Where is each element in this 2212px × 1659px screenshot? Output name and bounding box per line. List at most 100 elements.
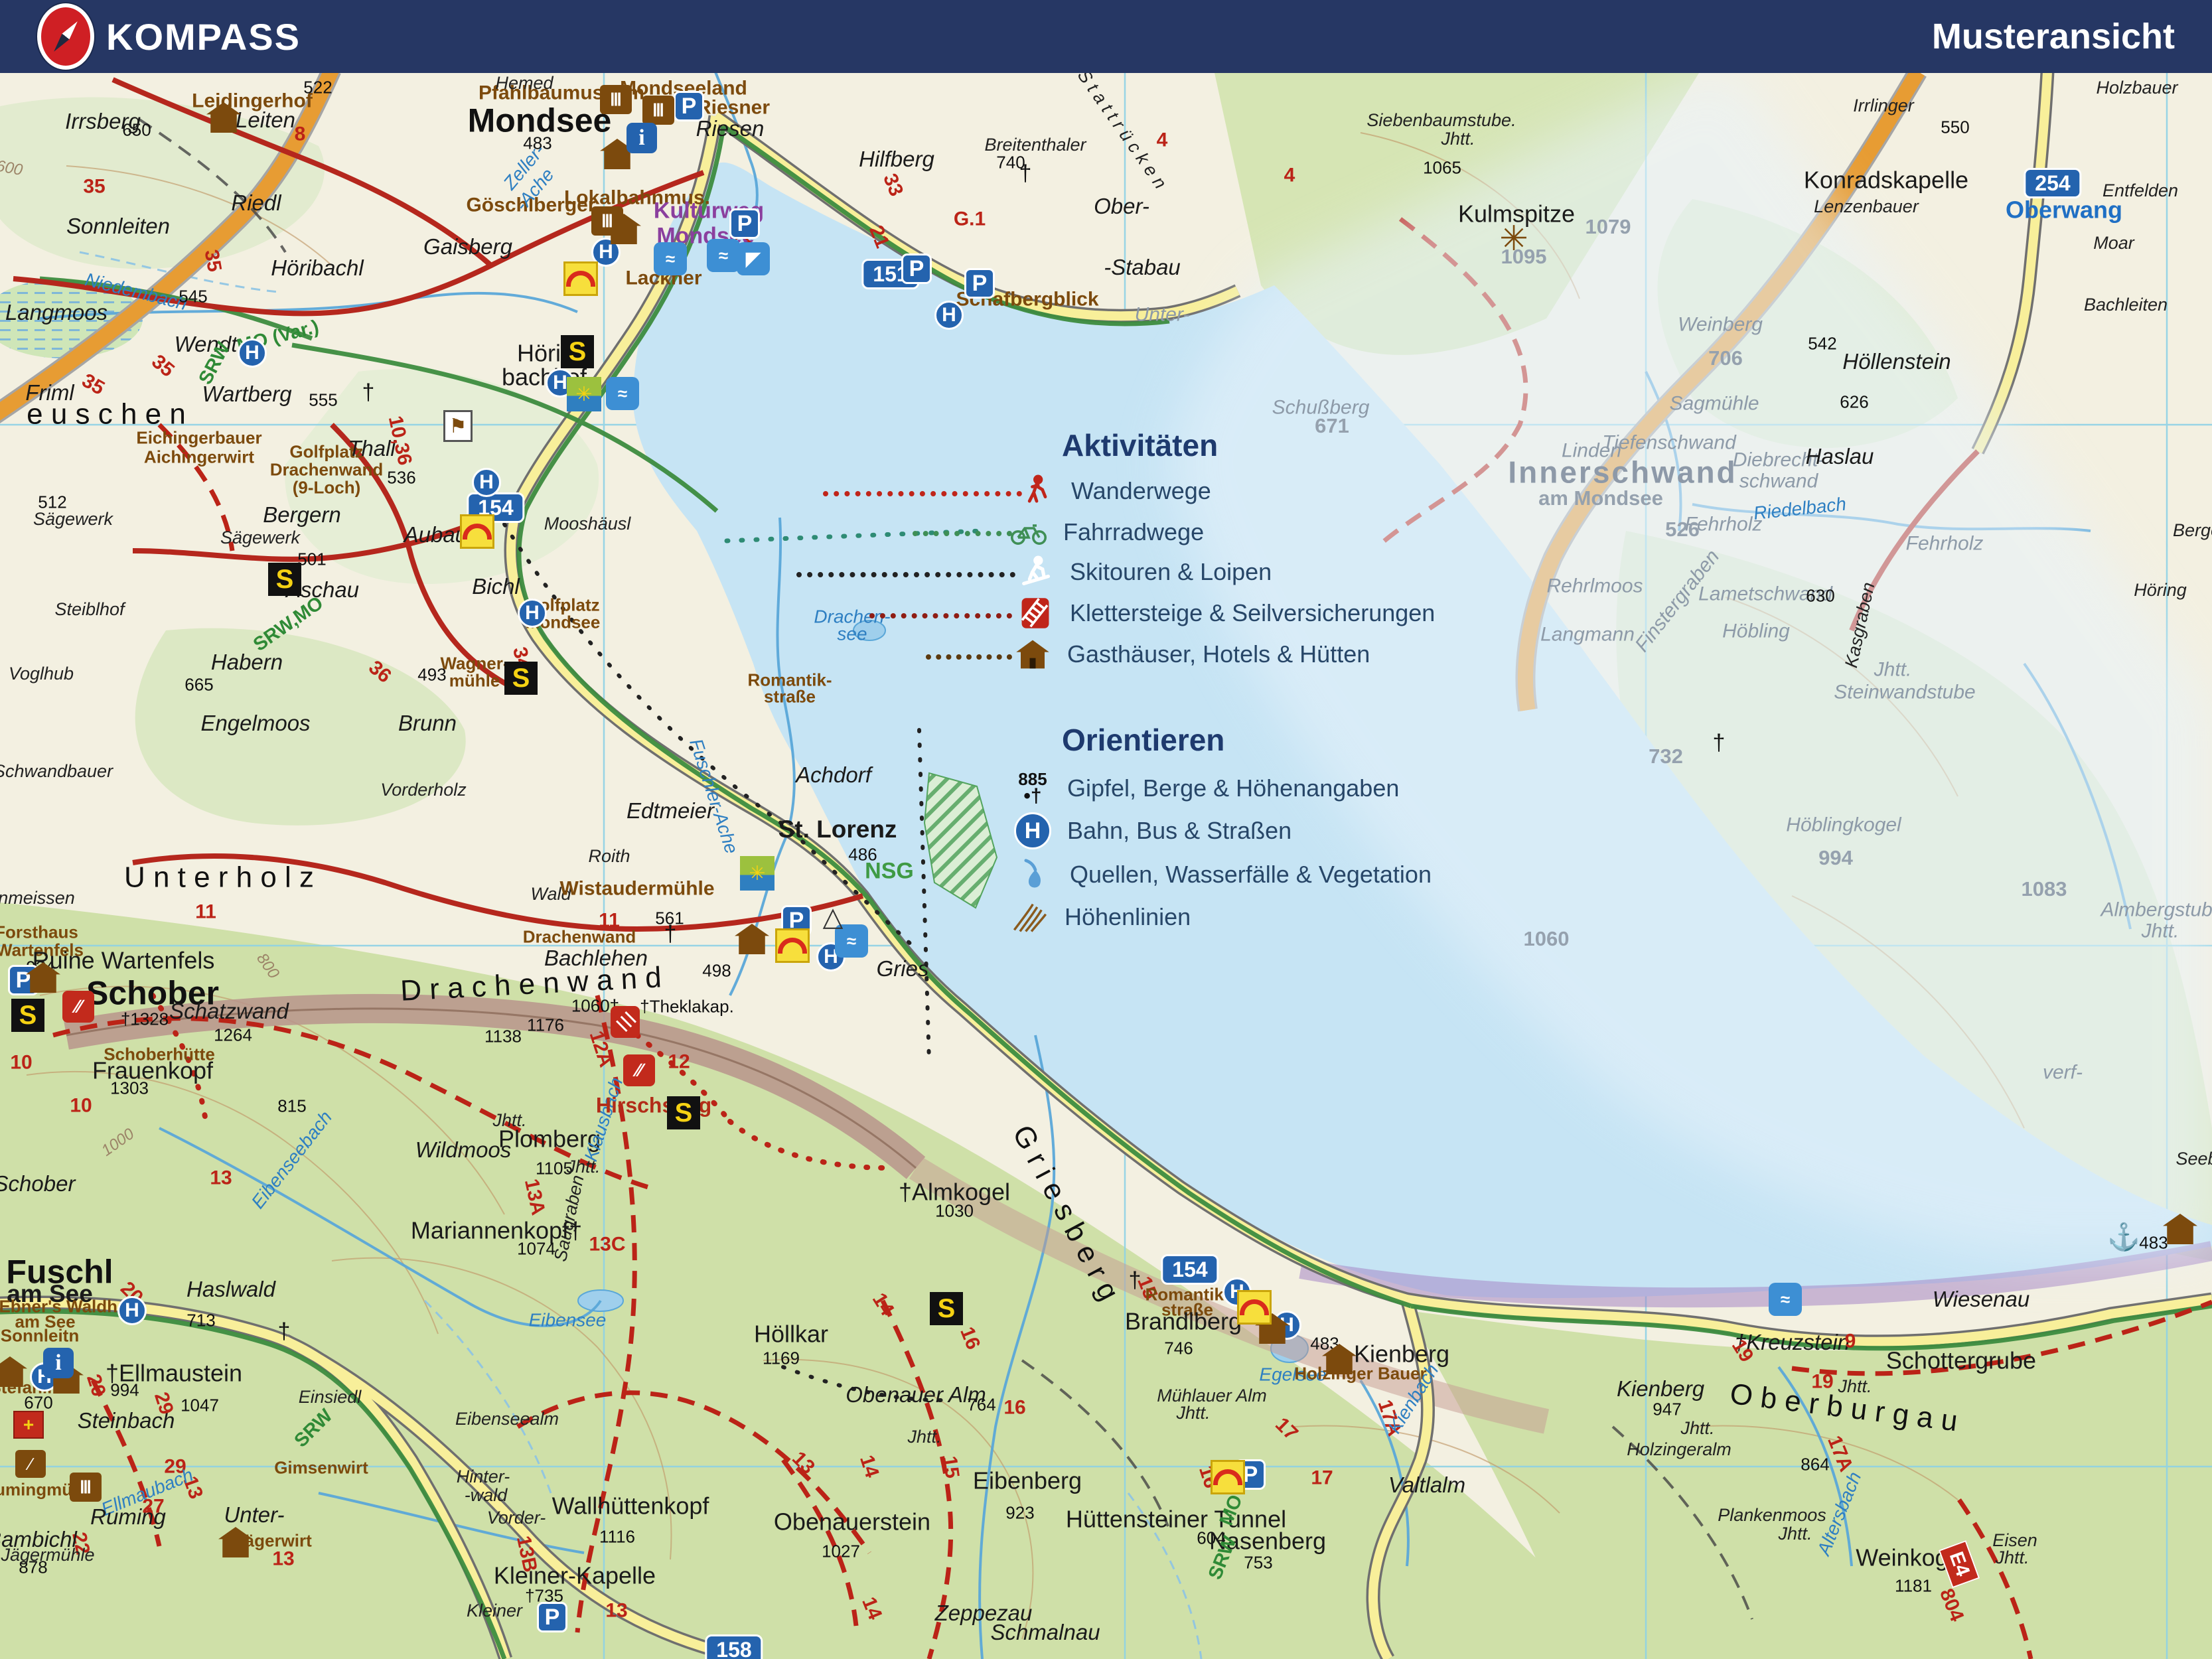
map-label: am Mondsee: [1538, 488, 1663, 509]
map-label: Wistaudermühle: [559, 879, 714, 900]
map-label: Riedl: [231, 192, 281, 214]
ski-route-marker-icon: S: [667, 1096, 700, 1129]
map-label: 17: [1311, 1469, 1333, 1489]
marina-icon: ⚓: [2107, 1222, 2140, 1253]
map-label: 1138: [484, 1028, 522, 1046]
map-label: nmeissen: [0, 889, 75, 908]
map-label: Innerschwand: [1508, 457, 1737, 488]
map-label: e u s c h e n: [27, 400, 186, 430]
ski-route-marker-icon: S: [930, 1292, 963, 1325]
bicycle-icon: [1007, 514, 1050, 551]
road-number-badge: 158: [705, 1634, 763, 1659]
map-label: Jhtt.: [1176, 1404, 1210, 1423]
map-label: Höblingkogel: [1786, 816, 1901, 836]
map-label: Jhtt.: [907, 1428, 941, 1447]
map-label: S t a t t r ü c k e n: [1074, 66, 1169, 192]
map-label: NSG: [865, 860, 914, 883]
map-label: 994: [1818, 847, 1853, 869]
map-label: mühle: [449, 672, 500, 690]
info-icon: i: [627, 123, 657, 153]
map-label: 1027: [822, 1543, 860, 1561]
swimming-icon: ≈: [707, 239, 740, 272]
map-label: 13C: [589, 1235, 625, 1256]
map-label: 10: [10, 1053, 32, 1074]
swimming-icon: ≈: [1769, 1283, 1802, 1316]
map-label: 713: [186, 1312, 215, 1330]
climbing-icon: ∕∕: [62, 991, 94, 1023]
map-label: Jägermühle: [1, 1546, 94, 1565]
map-label: Tiefenschwand: [1602, 433, 1736, 454]
map-label: 1176: [527, 1017, 564, 1035]
map-label: 815: [277, 1098, 306, 1116]
map-label: 35: [147, 352, 177, 382]
map-label: see: [837, 625, 867, 644]
legend-item-wanderwege: Wanderwege: [1015, 472, 1211, 510]
church-cross-icon: †: [362, 380, 375, 406]
map-label: 13: [210, 1169, 232, 1189]
map-label: Irrsberg: [65, 110, 141, 133]
contour-lines-icon: [1009, 899, 1051, 936]
map-label: 600: [0, 158, 24, 179]
map-label: Ober-: [1094, 195, 1149, 218]
map-label: Hilfberg: [859, 148, 934, 171]
poi-icon: [775, 928, 810, 963]
map-label: 1169: [763, 1350, 800, 1368]
map-label: 501: [297, 551, 326, 569]
map-label: 15: [939, 1455, 962, 1479]
map-label: 923: [1005, 1504, 1034, 1522]
map-label: -wald: [465, 1486, 508, 1505]
map-label: Kleiner: [467, 1602, 522, 1621]
map-label: SRW: [291, 1406, 336, 1451]
hut-icon: [1011, 636, 1054, 673]
map-label: 16: [1003, 1398, 1025, 1419]
map-label: Wagner-: [440, 655, 508, 673]
map-label: Rehrlmoos: [1546, 577, 1643, 597]
poi-icon: [1237, 1290, 1272, 1325]
map-label: Haslwald: [186, 1278, 275, 1301]
map-label: Schober: [0, 1173, 75, 1195]
poi-icon: [460, 514, 494, 549]
map-label: Holzingeralm: [1627, 1441, 1732, 1459]
map-label: Oberwang: [2006, 198, 2122, 223]
kompass-compass-icon: [37, 3, 94, 70]
map-label: Roith: [588, 847, 630, 866]
map-label: Hinter-: [457, 1468, 510, 1486]
parking-icon: P: [537, 1602, 567, 1632]
map-label: 14: [855, 1453, 881, 1480]
map-label: Forsthaus: [0, 924, 78, 942]
map-label: 1303: [110, 1080, 149, 1098]
climbing-icon: ∕∕: [623, 1054, 655, 1086]
road-number-badge: 154: [1161, 1254, 1218, 1285]
map-label: 33: [879, 171, 907, 199]
map-label: Voglhub: [9, 665, 74, 684]
map-label: Mariannenkopf†: [411, 1219, 582, 1244]
map-label: Leiten: [236, 109, 295, 131]
map-label: 804: [1935, 1586, 1966, 1624]
museum-icon: Ⅲ: [591, 206, 623, 236]
map-label: Brandlberg: [1125, 1310, 1242, 1334]
kompass-logo[interactable]: KOMPASS: [37, 3, 301, 70]
map-label: G.1: [954, 210, 986, 230]
page-title: Musteransicht: [1932, 16, 2175, 57]
map-label: Bichl: [472, 575, 520, 598]
via-ferrata-icon: ☰: [611, 1006, 640, 1038]
map-label: 626: [1840, 394, 1868, 411]
map-label: 11: [599, 911, 620, 932]
map-label: 864: [1801, 1456, 1829, 1474]
summit-windrose-icon: ✳: [1499, 219, 1528, 259]
map-label: Achdorf: [796, 764, 871, 786]
parking-icon: P: [901, 253, 932, 284]
leader-gasthaeuser: [926, 654, 1012, 660]
map-label: Höring: [2134, 581, 2187, 600]
map-label: Moar: [2093, 234, 2134, 253]
legend-item-quellen: Quellen, Wasserfälle & Vegetation: [1014, 856, 1432, 893]
map-label: 746: [1164, 1340, 1193, 1358]
map-label: Jhtt.: [1874, 660, 1912, 681]
parking-icon: P: [729, 208, 760, 239]
map-label: Höribachl: [271, 257, 363, 279]
map-label: 14: [868, 1290, 897, 1320]
museum-icon: Ⅲ: [70, 1473, 102, 1502]
e4-trail-badge: E4: [1939, 1540, 1980, 1588]
spring-icon: [1014, 856, 1057, 893]
bus-stop-icon: H: [117, 1296, 147, 1325]
